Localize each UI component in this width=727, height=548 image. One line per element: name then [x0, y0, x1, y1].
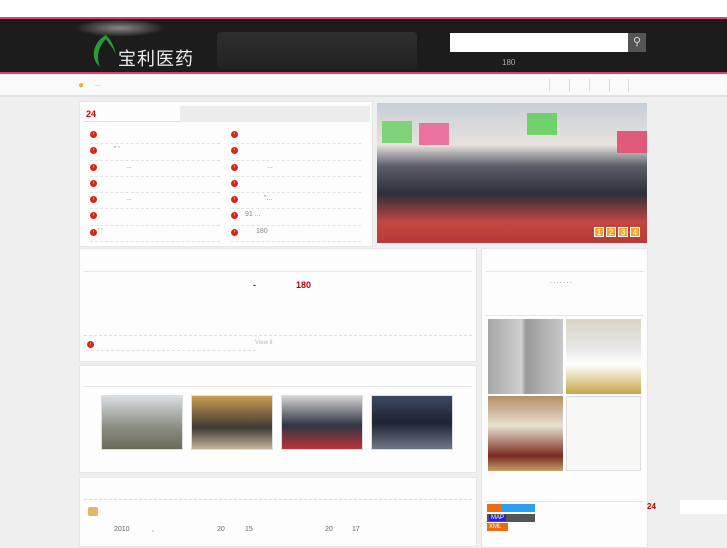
photo-workers[interactable]	[566, 319, 641, 394]
divider	[569, 79, 570, 92]
divider	[609, 79, 610, 92]
list-item[interactable]: ›...	[231, 161, 361, 177]
photo-book[interactable]	[488, 319, 563, 394]
map-label: MAP	[489, 515, 507, 521]
notice-text[interactable]: ...	[95, 81, 101, 88]
photos-panel	[79, 365, 477, 473]
divider	[84, 335, 472, 336]
flag	[617, 131, 647, 153]
list-item[interactable]: › "...	[231, 193, 361, 210]
list-item[interactable]: ›...	[90, 161, 220, 177]
leaf-logo-icon	[93, 35, 116, 67]
slide-3-button[interactable]: 3	[618, 227, 628, 237]
divider	[84, 499, 472, 500]
badge[interactable]	[487, 504, 535, 512]
comma: ,	[152, 526, 154, 533]
list-item[interactable]: › 91 ...	[231, 209, 361, 226]
about-dash: -	[253, 280, 256, 290]
xml-badge[interactable]: XML	[487, 523, 508, 531]
more-link[interactable]: View it	[255, 340, 273, 346]
list-item[interactable]: › ' '	[90, 226, 220, 243]
slide-4-button[interactable]: 4	[630, 227, 640, 237]
list-item[interactable]: ›	[231, 177, 361, 194]
side-count: 24	[647, 502, 656, 511]
list-item[interactable]: › " '	[90, 144, 220, 161]
notice-bar: ● ...	[0, 75, 727, 97]
flag	[527, 113, 557, 135]
divider	[549, 79, 550, 92]
nav-panel	[217, 32, 417, 69]
list-item[interactable]: ›...	[90, 193, 220, 210]
divider	[84, 271, 472, 272]
list-item[interactable]: ›	[231, 144, 361, 161]
number: 17	[352, 526, 360, 533]
news-panel: 24 › › " ' ›... › ›... › › ' ' › › ›... › …	[79, 101, 373, 247]
search-button[interactable]: ⚲	[628, 33, 646, 52]
flag	[382, 121, 412, 143]
logo-text: 宝利医药	[118, 49, 194, 70]
search-icon: ⚲	[632, 36, 642, 48]
arrow-icon: ›	[231, 163, 238, 171]
support-badge[interactable]: MAP SUPPORT	[487, 514, 535, 529]
arrow-icon: ›	[90, 196, 97, 204]
arrow-icon: ›	[231, 228, 238, 236]
book-icon	[88, 507, 98, 516]
number: 20	[217, 526, 225, 533]
arrow-icon: ›	[231, 196, 238, 204]
gallery-photo[interactable]	[191, 395, 273, 450]
gallery-photo[interactable]	[281, 395, 363, 450]
arrow-icon: ›	[90, 228, 97, 236]
arrow-icon: ›	[231, 179, 238, 187]
arrow-icon: ›	[90, 147, 97, 155]
right-panel: . . . . . . . MAP SUPPORT XML	[481, 248, 648, 548]
header: 宝利医药 ⚲ 180	[0, 17, 727, 74]
hot-count: 180	[502, 58, 516, 67]
slide-1-button[interactable]: 1	[594, 227, 604, 237]
list-item[interactable]: ›	[231, 128, 361, 145]
news-list-left: › › " ' ›... › ›... › › ' '	[90, 128, 220, 243]
divider	[486, 271, 644, 272]
news-list-right: › › ›... › › "... › 91 ... › 180	[231, 128, 361, 243]
flag	[419, 123, 449, 145]
photo-award[interactable]	[488, 396, 563, 471]
arrow-icon: ›	[90, 179, 97, 187]
top-bar	[0, 0, 727, 17]
number: 15	[245, 526, 253, 533]
year: 2010	[114, 526, 130, 533]
divider	[84, 386, 472, 387]
about-panel: - 180 › View it	[79, 248, 477, 362]
logo[interactable]: 宝利医药	[88, 33, 208, 70]
tab-bar	[180, 106, 370, 122]
divider	[86, 350, 256, 351]
list-item[interactable]: ›	[90, 209, 220, 226]
right-text: . . . . . . .	[550, 279, 572, 285]
arrow-icon: ›	[90, 163, 97, 171]
divider	[628, 79, 629, 92]
gallery-photo[interactable]	[101, 395, 183, 450]
arrow-icon: ›	[231, 212, 238, 220]
arrow-icon: ›	[90, 131, 97, 138]
arrow-icon: ›	[231, 147, 238, 155]
gallery-photo[interactable]	[371, 395, 453, 450]
list-item[interactable]: › 180	[231, 226, 361, 243]
divider	[589, 79, 590, 92]
divider	[486, 501, 644, 502]
arrow-icon: ›	[90, 212, 97, 220]
list-item[interactable]: ›	[90, 177, 220, 194]
history-panel: 2010 , 20 15 20 17	[79, 477, 477, 547]
slide-2-button[interactable]: 2	[606, 227, 616, 237]
search-input[interactable]	[450, 33, 628, 52]
news-tab[interactable]: 24	[84, 106, 180, 122]
bulb-icon: ●	[78, 80, 85, 91]
image-slider[interactable]: 1 2 3 4	[377, 103, 647, 243]
side-box	[680, 500, 727, 514]
list-item[interactable]: ›	[90, 128, 220, 145]
arrow-icon: ›	[231, 131, 238, 138]
number: 20	[325, 526, 333, 533]
divider	[486, 315, 644, 316]
about-count: 180	[296, 280, 312, 290]
photo-manuscript[interactable]	[566, 396, 641, 471]
arrow-icon: ›	[87, 341, 94, 348]
